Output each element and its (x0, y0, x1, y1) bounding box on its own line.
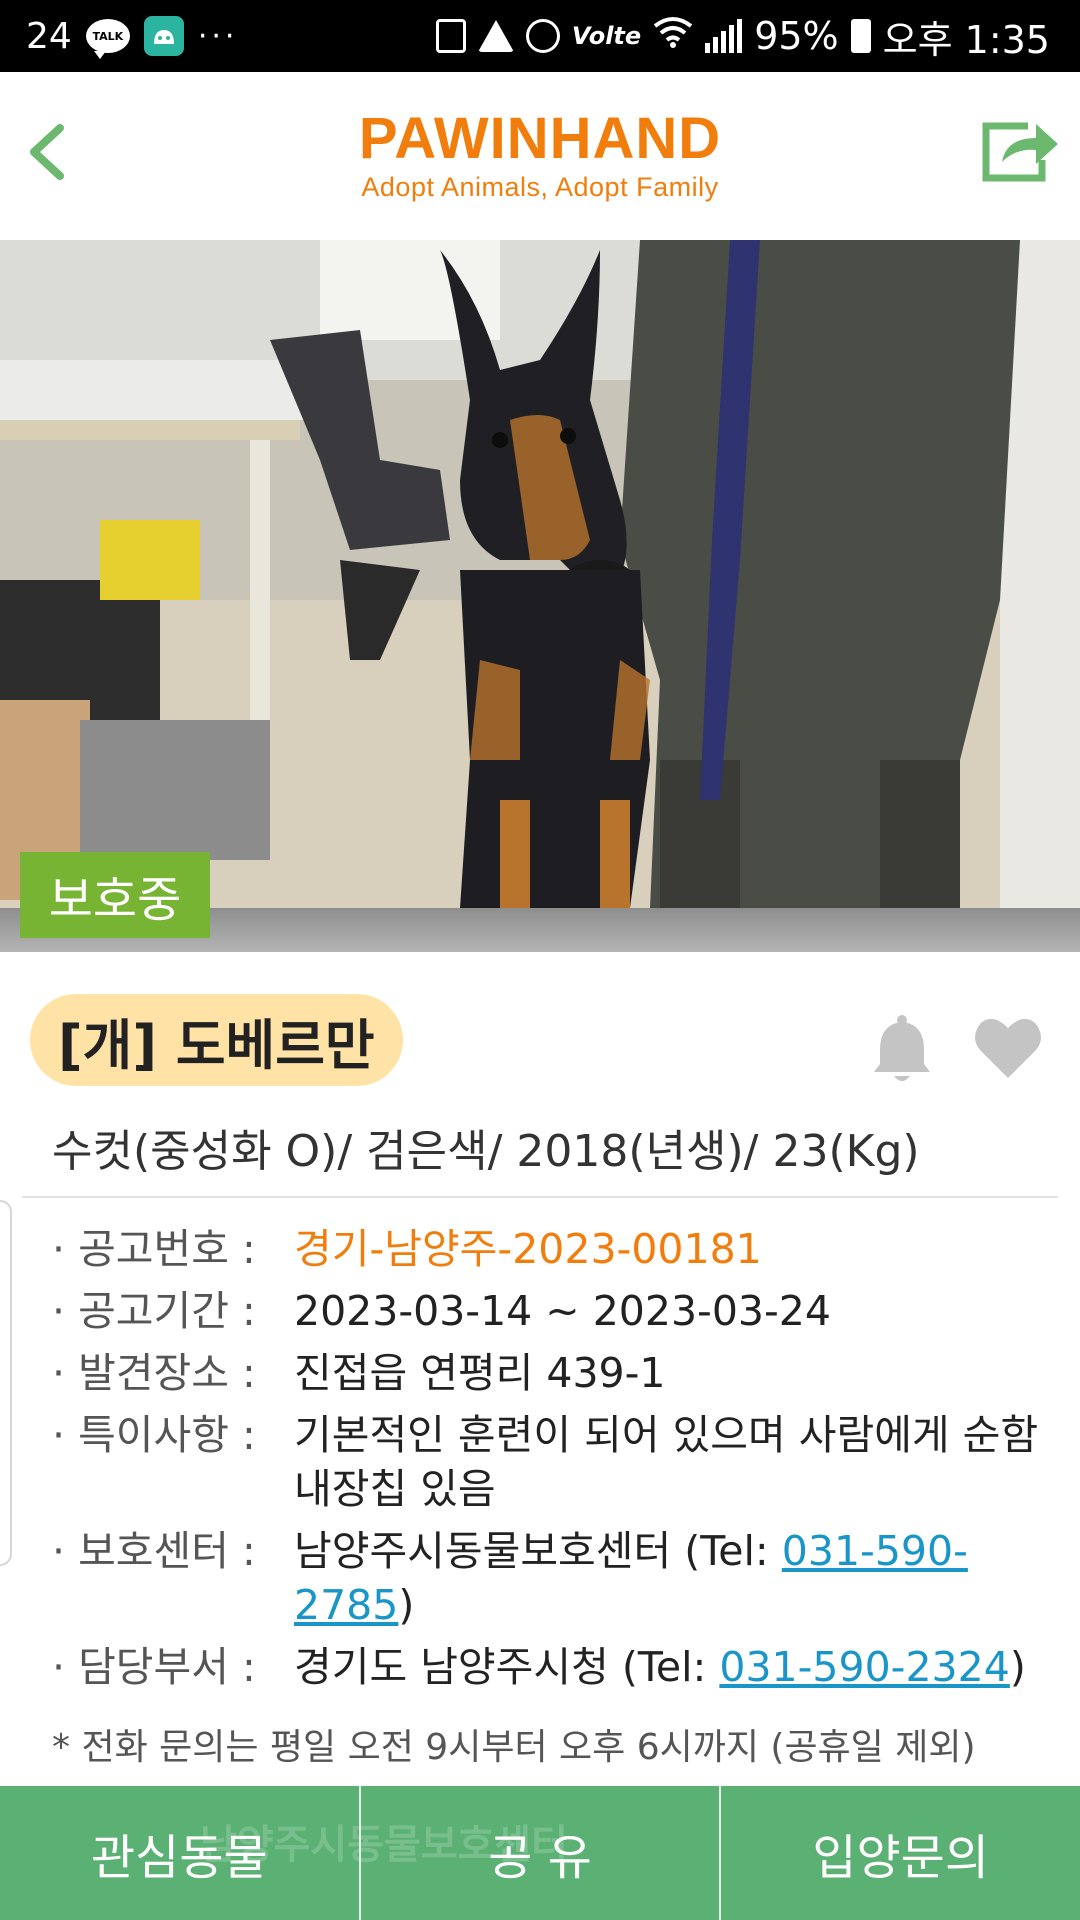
detail-row-found-location: · 발견장소 : 진접읍 연평리 439-1 (52, 1346, 1062, 1400)
adoption-inquiry-label: 입양문의 (812, 1830, 989, 1886)
shelter-name: 남양주시동물보호센터 (Tel: (294, 1527, 782, 1575)
found-location-value: 진접읍 연평리 439-1 (294, 1349, 666, 1397)
share-label: 공 유 (488, 1830, 592, 1886)
signal-icon (705, 19, 743, 53)
status-bar: 24 TALK ··· Volte 95% 오후 1:35 (0, 0, 1080, 72)
protection-status-badge: 보호중 (20, 852, 210, 938)
detail-row-notice-number: · 공고번호 : 경기-남양주-2023-00181 (52, 1222, 1062, 1276)
species-title: [개] 도베르만 (30, 994, 403, 1086)
detail-row-special-notes: · 특이사항 : 기본적인 훈련이 되어 있으며 사람에게 순함 내장칩 있음 (52, 1408, 1062, 1516)
battery-percent: 95% (754, 14, 839, 58)
details-list: · 공고번호 : 경기-남양주-2023-00181 · 공고기간 : 2023… (52, 1222, 1062, 1702)
heart-icon (975, 1018, 1041, 1078)
detail-label: · 담당부서 : (52, 1643, 256, 1691)
detail-label: · 발견장소 : (52, 1349, 256, 1397)
detail-label: · 공고번호 : (52, 1225, 256, 1273)
status-date: 24 (26, 15, 72, 57)
bell-icon (874, 1015, 930, 1081)
recycle-icon (477, 20, 514, 52)
department-close-paren: ) (1009, 1643, 1026, 1691)
detail-row-department: · 담당부서 : 경기도 남양주시청 (Tel: 031-590-2324) (52, 1640, 1062, 1694)
adoption-inquiry-button[interactable]: 입양문의 (721, 1786, 1080, 1920)
app-header: PAWINHAND Adopt Animals, Adopt Family (0, 72, 1080, 240)
animal-photo (0, 240, 1080, 908)
battery-icon (850, 19, 871, 53)
animal-summary: 수컷(중성화 O)/ 검은색/ 2018(년생)/ 23(Kg) (52, 1126, 920, 1177)
side-panel-handle[interactable] (0, 1200, 12, 1566)
volte-icon: Volte (571, 22, 642, 50)
department-value: 경기도 남양주시청 (Tel: 031-590-2324) (294, 1640, 1062, 1694)
detail-row-shelter: · 보호센터 : 남양주시동물보호센터 (Tel: 031-590-2785) (52, 1524, 1062, 1632)
department-name: 경기도 남양주시청 (Tel: (294, 1643, 720, 1691)
special-notes-value: 기본적인 훈련이 되어 있으며 사람에게 순함 내장칩 있음 (294, 1411, 1039, 1513)
kakaotalk-icon: TALK (85, 19, 130, 59)
android-icon (143, 16, 184, 56)
detail-label: · 공고기간 : (52, 1287, 256, 1335)
notice-number-value: 경기-남양주-2023-00181 (294, 1225, 762, 1273)
battery-saver-icon (435, 19, 466, 53)
divider (22, 1196, 1058, 1198)
department-phone-link[interactable]: 031-590-2324 (719, 1643, 1009, 1691)
talk-label: TALK (92, 29, 124, 43)
detail-label: · 특이사항 : (52, 1411, 256, 1459)
alarm-icon (525, 19, 560, 53)
favorite-animal-label: 관심동물 (91, 1830, 268, 1886)
pawinhand-logo: PAWINHAND Adopt Animals, Adopt Family (0, 110, 1080, 203)
detail-label: · 보호센터 : (52, 1527, 256, 1575)
logo-title: PAWINHAND (358, 106, 722, 171)
detail-row-notice-period: · 공고기간 : 2023-03-14 ~ 2023-03-24 (52, 1284, 1062, 1338)
favorite-heart-button[interactable] (974, 1014, 1042, 1080)
doberman-photo-illustration (0, 240, 1080, 908)
shelter-value: 남양주시동물보호센터 (Tel: 031-590-2785) (294, 1524, 1062, 1632)
notice-period-value: 2023-03-14 ~ 2023-03-24 (294, 1287, 831, 1335)
wifi-icon (653, 16, 693, 56)
status-time: 오후 1:35 (882, 17, 1050, 62)
phone-hours-note: * 전화 문의는 평일 오전 9시부터 오후 6시까지 (공휴일 제외) (52, 1727, 976, 1768)
notification-button[interactable] (872, 1014, 932, 1084)
logo-subtitle: Adopt Animals, Adopt Family (361, 172, 719, 202)
share-button[interactable] (980, 116, 1060, 186)
share-icon (982, 122, 1058, 182)
shelter-close-paren: ) (398, 1581, 415, 1629)
more-notifications-icon: ··· (197, 18, 239, 54)
bottom-action-bar: 관심동물 공 유 입양문의 (0, 1786, 1080, 1920)
